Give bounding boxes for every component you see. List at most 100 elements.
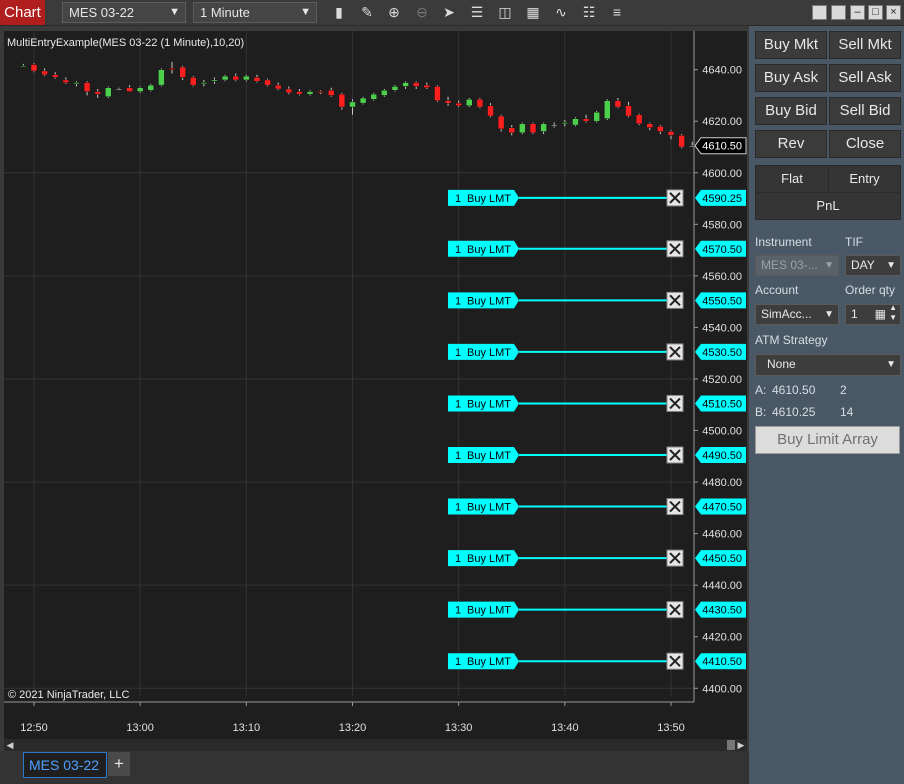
bid-size: 14 bbox=[840, 405, 854, 419]
menu-icon[interactable]: ≡ bbox=[607, 3, 627, 22]
cancel-order-icon[interactable] bbox=[666, 240, 684, 258]
candle-body bbox=[646, 123, 654, 128]
candle-body bbox=[158, 69, 165, 86]
buy-bid-button[interactable]: Buy Bid bbox=[755, 97, 827, 125]
buy-limit-order[interactable]: 1 Buy LMT 4490.50 bbox=[448, 446, 746, 464]
maximize-icon[interactable] bbox=[831, 5, 846, 20]
close-icon[interactable]: × bbox=[886, 5, 901, 20]
templates-icon[interactable]: ◫ bbox=[495, 3, 515, 22]
zoom-in-icon[interactable]: ⊕ bbox=[384, 3, 404, 22]
candle-body bbox=[51, 74, 59, 78]
buy-market-button[interactable]: Buy Mkt bbox=[755, 31, 827, 59]
add-tab-button[interactable]: + bbox=[108, 752, 130, 776]
candle-body bbox=[582, 118, 590, 122]
copyright-text: © 2021 NinjaTrader, LLC bbox=[8, 689, 130, 701]
price-chart[interactable]: 4640.00 4620.00 4600.00 4580.00 4560.00 4540.… bbox=[4, 31, 747, 739]
order-qty: 1 bbox=[455, 450, 461, 462]
scroll-left-icon[interactable]: ◀ bbox=[4, 739, 16, 751]
interval-selector[interactable]: 1 Minute ▼ bbox=[193, 2, 317, 23]
buy-limit-array-button[interactable]: Buy Limit Array bbox=[755, 426, 900, 454]
horizontal-scrollbar[interactable]: ◀ ▶ bbox=[4, 739, 747, 751]
sell-market-button[interactable]: Sell Mkt bbox=[829, 31, 901, 59]
instrument-select[interactable]: MES 03-... ▼ bbox=[755, 255, 839, 276]
chart-menu-button[interactable]: Chart bbox=[0, 0, 45, 25]
candle-body bbox=[391, 86, 399, 91]
buy-limit-order[interactable]: 1 Buy LMT 4410.50 bbox=[448, 652, 746, 670]
cursor-icon[interactable]: ➤ bbox=[439, 3, 459, 22]
grid-icon[interactable]: ▦ bbox=[875, 305, 886, 324]
candle-body bbox=[572, 118, 579, 126]
buy-limit-order[interactable]: 1 Buy LMT 4570.50 bbox=[448, 240, 746, 258]
tab-mes-03-22[interactable]: MES 03-22 bbox=[23, 752, 107, 778]
candle-body bbox=[466, 99, 473, 106]
cancel-order-icon[interactable] bbox=[666, 549, 684, 567]
candle-body bbox=[147, 84, 155, 91]
instrument-label: Instrument bbox=[755, 235, 812, 249]
strategies-icon[interactable]: ☷ bbox=[579, 3, 599, 22]
scroll-right-icon[interactable]: ▶ bbox=[735, 739, 747, 751]
buy-limit-order[interactable]: 1 Buy LMT 4450.50 bbox=[448, 549, 746, 567]
properties-icon[interactable]: ☰ bbox=[467, 3, 487, 22]
sell-ask-button[interactable]: Sell Ask bbox=[829, 64, 901, 92]
data-box-icon[interactable]: ▦ bbox=[523, 3, 543, 22]
pencil-icon[interactable]: ✎ bbox=[357, 3, 377, 22]
atm-strategy-select[interactable]: None ▼ bbox=[755, 354, 901, 376]
account-select-value: SimAcc... bbox=[761, 307, 812, 321]
instrument-selector[interactable]: MES 03-22 ▼ bbox=[62, 2, 186, 23]
candle-body bbox=[243, 75, 250, 81]
buy-limit-order[interactable]: 1 Buy LMT 4530.50 bbox=[448, 343, 746, 361]
close-position-button[interactable]: Close bbox=[829, 130, 901, 158]
minimize-icon[interactable] bbox=[812, 5, 827, 20]
reverse-button[interactable]: Rev bbox=[755, 130, 827, 158]
cancel-order-icon[interactable] bbox=[666, 343, 684, 361]
tab-bar: MES 03-22 + bbox=[0, 751, 749, 784]
candle-body bbox=[540, 123, 547, 132]
zoom-out-icon[interactable]: ⊖ bbox=[412, 3, 432, 22]
candle-body bbox=[412, 82, 420, 87]
x-tick-label: 13:00 bbox=[126, 722, 154, 734]
order-label: Buy LMT bbox=[467, 553, 511, 565]
stepper-arrows-icon[interactable]: ▲ ▼ bbox=[889, 303, 897, 323]
chart-trader-panel: Buy Mkt Sell Mkt Buy Ask Sell Ask Buy Bi… bbox=[749, 26, 904, 784]
cancel-order-icon[interactable] bbox=[666, 498, 684, 516]
chart-panel[interactable]: 4640.00 4620.00 4600.00 4580.00 4560.00 4540.… bbox=[4, 31, 747, 739]
order-price-label: 4430.50 bbox=[702, 605, 742, 617]
tif-select[interactable]: DAY ▼ bbox=[845, 255, 901, 276]
candle-body bbox=[221, 75, 229, 81]
sell-bid-button[interactable]: Sell Bid bbox=[829, 97, 901, 125]
buy-ask-button[interactable]: Buy Ask bbox=[755, 64, 827, 92]
atm-strategy-value: None bbox=[767, 357, 796, 371]
entry-status: Entry bbox=[828, 165, 901, 193]
y-tick-label: 4440.00 bbox=[702, 580, 742, 592]
candle-body bbox=[423, 84, 431, 88]
cancel-order-icon[interactable] bbox=[666, 291, 684, 309]
scroll-thumb[interactable] bbox=[727, 740, 735, 750]
buy-limit-order[interactable]: 1 Buy LMT 4430.50 bbox=[448, 601, 746, 619]
ask-size: 2 bbox=[840, 383, 847, 397]
order-qty: 1 bbox=[455, 193, 461, 205]
candle-body bbox=[168, 68, 176, 70]
cancel-order-icon[interactable] bbox=[666, 394, 684, 412]
candle-body bbox=[306, 91, 314, 95]
x-tick-label: 13:30 bbox=[445, 722, 473, 734]
restore-icon[interactable]: – bbox=[850, 5, 865, 20]
buy-limit-order[interactable]: 1 Buy LMT 4470.50 bbox=[448, 498, 746, 516]
candle-body bbox=[73, 82, 80, 85]
candle-body bbox=[115, 88, 123, 91]
buy-limit-order[interactable]: 1 Buy LMT 4550.50 bbox=[448, 291, 746, 309]
account-select[interactable]: SimAcc... ▼ bbox=[755, 304, 839, 325]
candle-body bbox=[604, 100, 611, 119]
cancel-order-icon[interactable] bbox=[666, 446, 684, 464]
bid-price: 4610.25 bbox=[772, 405, 816, 419]
cancel-order-icon[interactable] bbox=[666, 652, 684, 670]
candle-body bbox=[487, 105, 494, 117]
cancel-order-icon[interactable] bbox=[666, 189, 684, 207]
indicators-icon[interactable]: ∿ bbox=[551, 3, 571, 22]
order-qty-stepper[interactable]: 1 ▦ ▲ ▼ bbox=[845, 303, 901, 325]
candle-body bbox=[402, 82, 409, 87]
buy-limit-order[interactable]: 1 Buy LMT 4590.25 bbox=[448, 189, 746, 207]
cancel-order-icon[interactable] bbox=[666, 601, 684, 619]
bars-icon[interactable]: ▮​ bbox=[329, 3, 349, 22]
window-maximize-icon[interactable]: □ bbox=[868, 5, 883, 20]
buy-limit-order[interactable]: 1 Buy LMT 4510.50 bbox=[448, 394, 746, 412]
